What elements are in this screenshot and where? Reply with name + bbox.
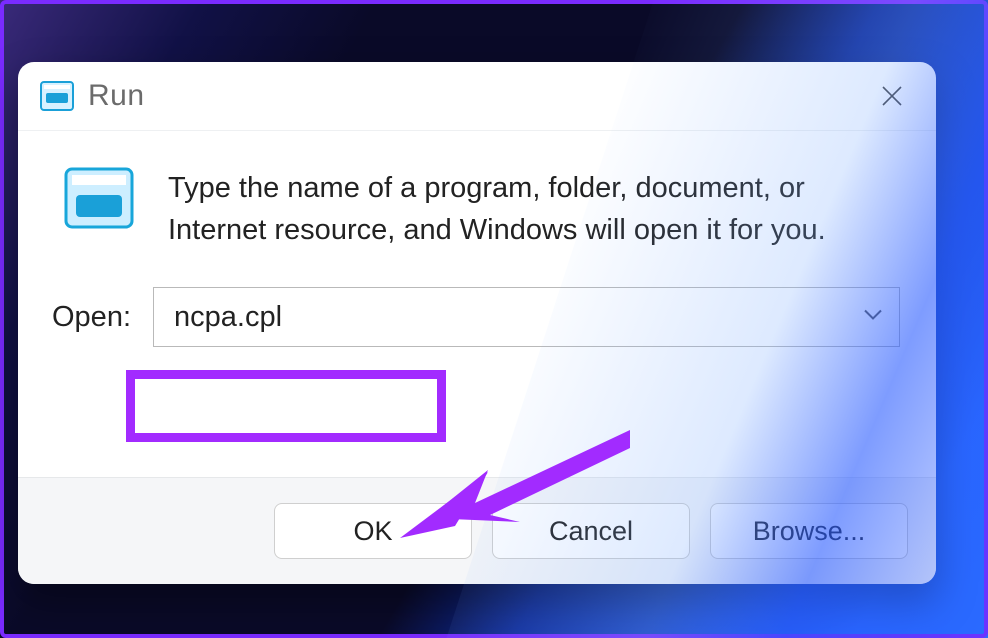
ok-button[interactable]: OK (274, 503, 472, 559)
run-description-text: Type the name of a program, folder, docu… (168, 167, 888, 251)
run-description-row: Type the name of a program, folder, docu… (48, 157, 906, 279)
close-button[interactable] (870, 74, 914, 118)
open-row: Open: (48, 279, 906, 373)
run-big-icon (64, 167, 134, 234)
close-icon (881, 85, 903, 107)
run-button-bar: OK Cancel Browse... (18, 477, 936, 584)
run-dialog-title: Run (88, 79, 145, 113)
run-icon (40, 81, 74, 111)
desktop-background: Run Type the name of a program, folder, (0, 0, 988, 638)
run-dialog: Run Type the name of a program, folder, (18, 62, 936, 584)
open-input[interactable] (154, 288, 899, 346)
browse-button[interactable]: Browse... (710, 503, 908, 559)
run-dialog-titlebar: Run (18, 62, 936, 131)
run-dialog-body: Type the name of a program, folder, docu… (18, 131, 936, 477)
open-label: Open: (52, 301, 131, 334)
cancel-button[interactable]: Cancel (492, 503, 690, 559)
open-combobox[interactable] (153, 287, 900, 347)
